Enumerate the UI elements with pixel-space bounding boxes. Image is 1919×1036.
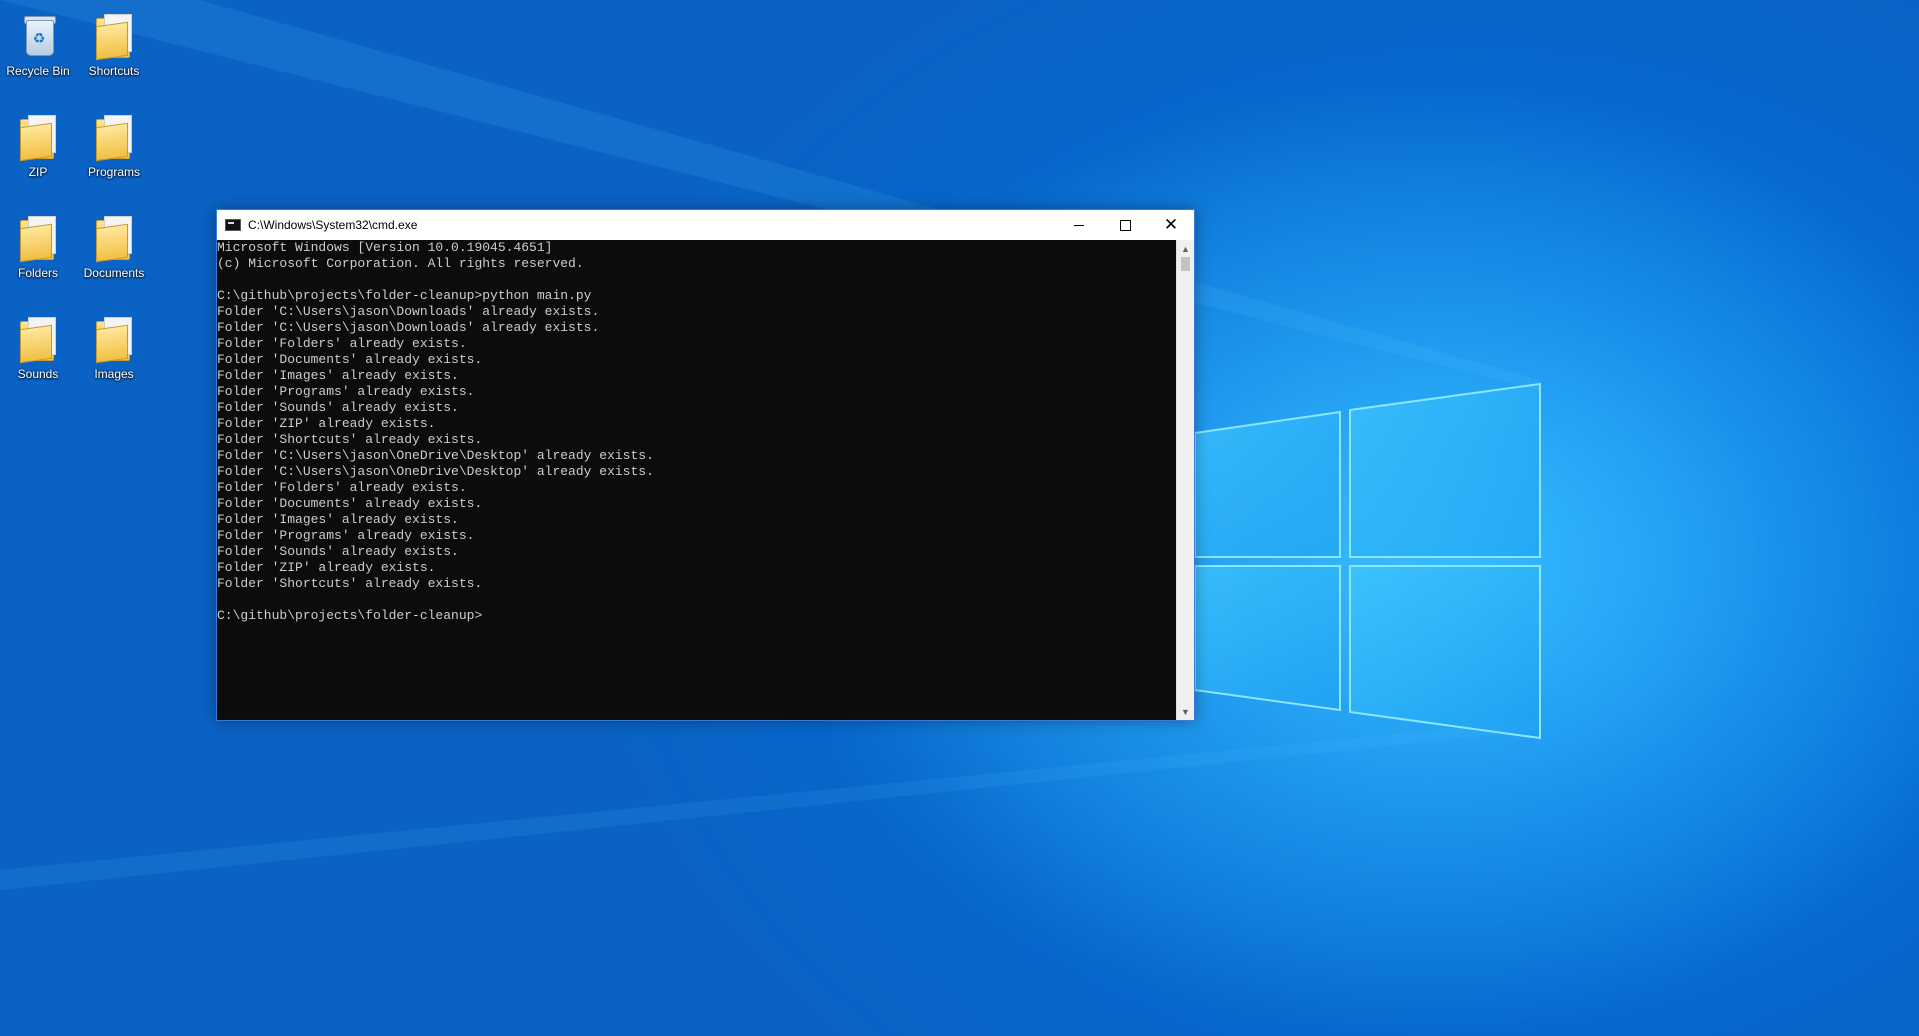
console-line: Folder 'Shortcuts' already exists.: [217, 576, 483, 591]
desktop-icon-shortcuts[interactable]: Shortcuts: [76, 6, 152, 96]
console-line: Folder 'ZIP' already exists.: [217, 560, 436, 575]
scroll-up-button[interactable]: ▲: [1177, 240, 1194, 257]
minimize-button[interactable]: [1056, 210, 1102, 240]
desktop-icon-label: ZIP: [28, 165, 48, 179]
folder-icon: [14, 212, 62, 263]
maximize-button[interactable]: [1102, 210, 1148, 240]
desktop-icon-label: Programs: [87, 165, 140, 179]
cmd-icon: [225, 219, 241, 231]
console-line: Folder 'ZIP' already exists.: [217, 416, 436, 431]
desktop-icon-label: Recycle Bin: [6, 64, 70, 78]
console-line: Folder 'Shortcuts' already exists.: [217, 432, 483, 447]
folder-icon: [90, 111, 138, 162]
folder-icon: [14, 111, 62, 162]
desktop-icon-label: Shortcuts: [88, 64, 140, 78]
recycle-bin-icon: ♻: [14, 10, 62, 58]
desktop-icon-images[interactable]: Images: [76, 309, 152, 399]
folder-icon: [90, 10, 138, 61]
scroll-down-button[interactable]: ▼: [1177, 703, 1194, 720]
console-prompt[interactable]: C:\github\projects\folder-cleanup>: [217, 608, 1177, 624]
console-line: (c) Microsoft Corporation. All rights re…: [217, 256, 584, 271]
minimize-icon: [1074, 224, 1084, 226]
folder-icon: [90, 313, 138, 364]
window-title: C:\Windows\System32\cmd.exe: [248, 218, 418, 232]
desktop-icon-recycle-bin[interactable]: ♻ Recycle Bin: [0, 6, 76, 96]
desktop-icon-label: Images: [94, 367, 134, 381]
close-button[interactable]: ✕: [1148, 210, 1194, 240]
folder-icon: [90, 212, 138, 263]
desktop-icon-folders[interactable]: Folders: [0, 208, 76, 298]
cmd-window[interactable]: C:\Windows\System32\cmd.exe ✕ Microsoft …: [216, 209, 1195, 721]
console-line: Folder 'C:\Users\jason\Downloads' alread…: [217, 320, 600, 335]
console-line: Folder 'Sounds' already exists.: [217, 544, 459, 559]
console-line: Folder 'Documents' already exists.: [217, 496, 483, 511]
desktop-icon-label: Documents: [83, 266, 145, 280]
desktop-icon-zip[interactable]: ZIP: [0, 107, 76, 197]
console-output[interactable]: Microsoft Windows [Version 10.0.19045.46…: [217, 240, 1177, 720]
chevron-up-icon: ▲: [1181, 243, 1190, 254]
console-line: Folder 'C:\Users\jason\OneDrive\Desktop'…: [217, 464, 654, 479]
desktop: ♻ Recycle Bin Shortcuts ZIP Programs Fol…: [0, 0, 1919, 1036]
window-titlebar[interactable]: C:\Windows\System32\cmd.exe ✕: [217, 210, 1194, 240]
console-line: Folder 'Sounds' already exists.: [217, 400, 459, 415]
console-line: Folder 'Images' already exists.: [217, 512, 459, 527]
console-line: Folder 'Programs' already exists.: [217, 528, 475, 543]
console-line: Folder 'Folders' already exists.: [217, 336, 467, 351]
maximize-icon: [1119, 219, 1131, 231]
desktop-icon-label: Sounds: [17, 367, 59, 381]
desktop-icon-sounds[interactable]: Sounds: [0, 309, 76, 399]
console-line: Microsoft Windows [Version 10.0.19045.46…: [217, 240, 553, 255]
console-line: Folder 'Images' already exists.: [217, 368, 459, 383]
vertical-scrollbar[interactable]: ▲ ▼: [1176, 240, 1194, 720]
desktop-icon-programs[interactable]: Programs: [76, 107, 152, 197]
close-icon: ✕: [1163, 214, 1179, 235]
scrollbar-thumb[interactable]: [1181, 257, 1190, 271]
console-line: C:\github\projects\folder-cleanup>python…: [217, 288, 592, 303]
folder-icon: [14, 313, 62, 364]
desktop-icon-label: Folders: [17, 266, 58, 280]
chevron-down-icon: ▼: [1181, 706, 1190, 717]
desktop-icon-documents[interactable]: Documents: [76, 208, 152, 298]
console-line: Folder 'Programs' already exists.: [217, 384, 475, 399]
console-line: Folder 'Folders' already exists.: [217, 480, 467, 495]
console-line: Folder 'C:\Users\jason\OneDrive\Desktop'…: [217, 448, 654, 463]
console-line: Folder 'Documents' already exists.: [217, 352, 483, 367]
console-line: Folder 'C:\Users\jason\Downloads' alread…: [217, 304, 600, 319]
